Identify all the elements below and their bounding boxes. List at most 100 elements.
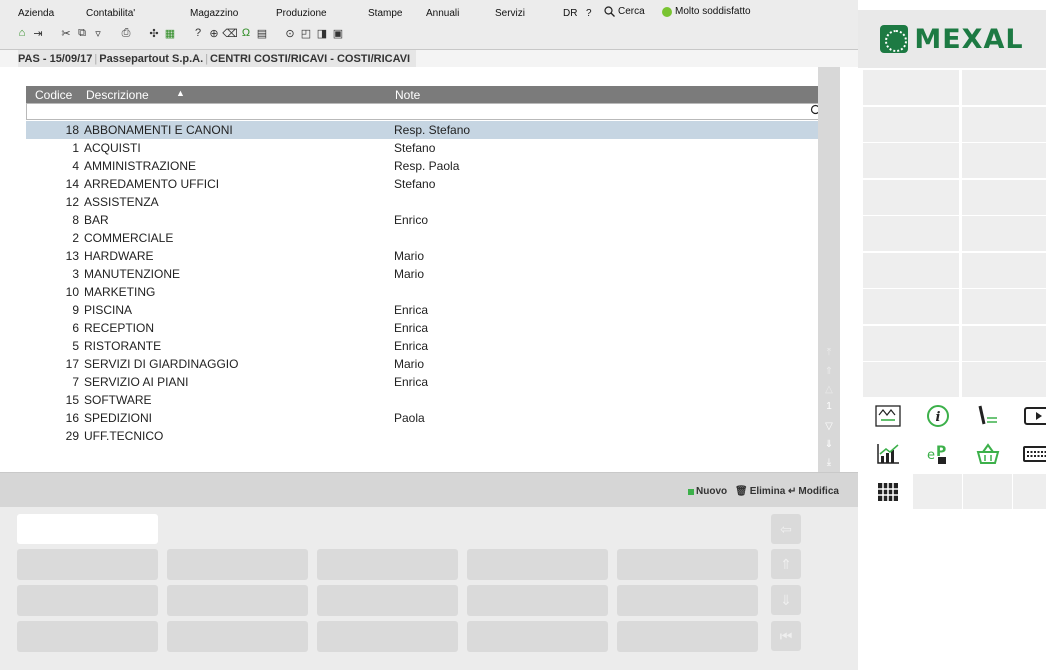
exit-icon[interactable]: ⇥	[30, 26, 46, 40]
table-row[interactable]: 4 AMMINISTRAZIONE Resp. Paola	[26, 157, 826, 175]
function-key[interactable]	[617, 585, 758, 616]
menu-azienda[interactable]: Azienda	[18, 8, 54, 19]
table-row[interactable]: 2 COMMERCIALE	[26, 229, 826, 247]
page-up-icon[interactable]: ⇑	[822, 364, 836, 378]
menu-magazzino[interactable]: Magazzino	[190, 8, 238, 19]
table-row[interactable]: 17 SERVIZI DI GIARDINAGGIO Mario	[26, 355, 826, 373]
search-button[interactable]: Cerca	[604, 6, 645, 17]
function-key[interactable]	[467, 585, 608, 616]
shortcut-tile[interactable]	[962, 216, 1046, 251]
shortcut-tile[interactable]	[863, 289, 959, 324]
table-row[interactable]: 1 ACQUISTI Stefano	[26, 139, 826, 157]
grid-scrollbar[interactable]: ⤒ ⇑ △ 1 ▽ ⇓ ⤓	[818, 67, 840, 472]
function-key[interactable]	[17, 621, 158, 652]
table-row[interactable]: 6 RECEPTION Enrica	[26, 319, 826, 337]
function-key[interactable]	[17, 585, 158, 616]
menu-produzione[interactable]: Produzione	[276, 8, 327, 19]
shortcut-tile[interactable]	[962, 106, 1046, 142]
line-down-icon[interactable]: ▽	[822, 419, 836, 433]
chart-icon[interactable]	[863, 436, 912, 471]
shortcut-tile[interactable]	[863, 179, 959, 215]
shortcut-tile[interactable]	[863, 252, 959, 288]
question-icon[interactable]: ?	[190, 26, 206, 40]
menu-contabilita[interactable]: Contabilita'	[86, 8, 135, 19]
shortcut-tile[interactable]	[863, 216, 959, 251]
function-key[interactable]	[17, 549, 158, 580]
table-row[interactable]: 16 SPEDIZIONI Paola	[26, 409, 826, 427]
eraser-icon[interactable]: ⌫	[222, 26, 238, 40]
table-row[interactable]: 29 UFF.TECNICO	[26, 427, 826, 445]
shortcut-tile[interactable]	[962, 179, 1046, 215]
page-down-icon[interactable]: ⇓	[822, 437, 836, 451]
shortcut-tile[interactable]	[962, 70, 1046, 105]
table-row[interactable]: 12 ASSISTENZA	[26, 193, 826, 211]
shortcut-tile[interactable]	[962, 289, 1046, 324]
edit-button[interactable]: ↵ Modifica	[788, 486, 839, 497]
skip-icon[interactable]: ⏮	[771, 621, 801, 651]
panel-icon[interactable]: ◨	[314, 26, 330, 40]
shortcut-tile[interactable]	[962, 143, 1046, 178]
image-icon[interactable]: ▣	[330, 26, 346, 40]
calculator-icon[interactable]: ▤	[254, 26, 270, 40]
transfer-icon[interactable]	[863, 398, 912, 433]
tools-icon[interactable]: ✣	[146, 26, 162, 40]
column-header-code[interactable]: Codice	[35, 88, 72, 102]
shortcut-tile[interactable]	[863, 70, 959, 105]
line-up-icon[interactable]: △	[822, 382, 836, 396]
cut-icon[interactable]: ✂	[58, 26, 74, 40]
function-key[interactable]	[317, 549, 458, 580]
last-page-icon[interactable]: ⤓	[822, 455, 836, 469]
e-procurement-icon[interactable]: eP	[913, 436, 962, 471]
keyboard-icon[interactable]	[1013, 436, 1046, 471]
function-key[interactable]	[317, 621, 458, 652]
table-row[interactable]: 5 RISTORANTE Enrica	[26, 337, 826, 355]
table-row[interactable]: 8 BAR Enrico	[26, 211, 826, 229]
table-row[interactable]: 14 ARREDAMENTO UFFICI Stefano	[26, 175, 826, 193]
table-row[interactable]: 9 PISCINA Enrica	[26, 301, 826, 319]
help-button[interactable]: ?	[586, 8, 592, 19]
page-down-icon[interactable]: ⇓	[771, 585, 801, 615]
calendar-icon[interactable]: ▦	[162, 26, 178, 40]
shortcut-tile[interactable]	[863, 106, 959, 142]
column-header-note[interactable]: Note	[395, 88, 420, 102]
table-row[interactable]: 3 MANUTENZIONE Mario	[26, 265, 826, 283]
shortcut-tile[interactable]	[863, 143, 959, 178]
table-row[interactable]: 10 MARKETING	[26, 283, 826, 301]
function-key[interactable]	[167, 549, 308, 580]
shortcut-tile[interactable]	[962, 362, 1046, 397]
info-icon[interactable]: i	[913, 398, 962, 433]
copy-icon[interactable]: ⧉	[74, 26, 90, 40]
filter-input[interactable]	[26, 103, 826, 120]
menu-dr[interactable]: DR	[563, 8, 577, 19]
omega-icon[interactable]: Ω	[238, 26, 254, 40]
signature-icon[interactable]	[963, 398, 1012, 433]
zoom-icon[interactable]: ⊕	[206, 26, 222, 40]
menu-servizi[interactable]: Servizi	[495, 8, 525, 19]
video-icon[interactable]	[1013, 398, 1046, 433]
window-icon[interactable]: ◰	[298, 26, 314, 40]
new-button[interactable]: Nuovo	[688, 486, 727, 497]
basket-icon[interactable]	[963, 436, 1012, 471]
table-row[interactable]: 7 SERVIZIO AI PIANI Enrica	[26, 373, 826, 391]
menu-stampe[interactable]: Stampe	[368, 8, 402, 19]
command-input[interactable]	[17, 514, 158, 544]
satisfaction-button[interactable]: Molto soddisfatto	[662, 6, 751, 17]
function-key[interactable]	[167, 585, 308, 616]
table-row[interactable]: 13 HARDWARE Mario	[26, 247, 826, 265]
breadcrumb[interactable]: PAS - 15/09/17 | Passepartout S.p.A. | CENTR…	[18, 50, 417, 67]
delete-button[interactable]: 🗑︎ Elimina	[735, 486, 785, 497]
page-up-icon[interactable]: ⇑	[771, 549, 801, 579]
menu-annuali[interactable]: Annuali	[426, 8, 459, 19]
function-key[interactable]	[467, 621, 608, 652]
function-key[interactable]	[467, 549, 608, 580]
grid-icon[interactable]	[863, 474, 912, 509]
shortcut-tile[interactable]	[863, 325, 959, 361]
table-row[interactable]: 18 ABBONAMENTI E CANONI Resp. Stefano	[26, 121, 826, 139]
column-header-description[interactable]: Descrizione	[86, 88, 149, 102]
first-page-icon[interactable]: ⤒	[822, 345, 836, 359]
function-key[interactable]	[317, 585, 458, 616]
function-key[interactable]	[167, 621, 308, 652]
home-icon[interactable]: ⌂	[14, 26, 30, 40]
function-key[interactable]	[617, 549, 758, 580]
target-icon[interactable]: ⊙	[282, 26, 298, 40]
